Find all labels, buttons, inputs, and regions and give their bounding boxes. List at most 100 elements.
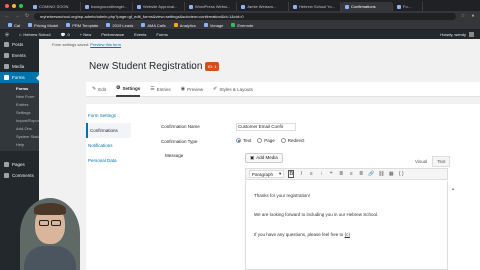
merge-tags-button[interactable]: { } xyxy=(398,171,404,177)
sidebar-item-media[interactable]: Media xyxy=(0,61,39,72)
radio-text[interactable]: Text xyxy=(236,138,251,143)
submenu-help[interactable]: Help xyxy=(0,141,39,149)
tab-label: COMING SOON xyxy=(39,4,69,9)
bookmark-item[interactable]: Pricing Model xyxy=(28,23,58,28)
browser-tab[interactable]: Hebrew School Yo... xyxy=(289,2,341,11)
submenu-new-form[interactable]: New Form xyxy=(0,93,39,101)
bold-button[interactable]: B xyxy=(288,170,295,178)
subnav-notifications[interactable]: Notifications xyxy=(86,138,131,153)
sidebar-item-comments[interactable]: Comments xyxy=(0,170,39,181)
notice-text: Form settings saved. xyxy=(52,42,90,47)
site-name-link[interactable]: ⌂ Hebrew School xyxy=(14,32,56,37)
subnav-confirmations[interactable]: Confirmations xyxy=(86,123,131,138)
align-left-button[interactable]: ≣ xyxy=(338,171,344,177)
subnav-personal-data[interactable]: Personal Data xyxy=(86,153,131,168)
bookmark-item[interactable]: PRM Template xyxy=(66,23,98,28)
close-window-button[interactable] xyxy=(5,4,9,8)
calendar-icon xyxy=(4,53,9,58)
browser-tab[interactable]: backgroundImage/... xyxy=(81,2,133,11)
bookmark-item[interactable]: AMA Calls xyxy=(141,23,166,28)
submenu-forms[interactable]: Forms xyxy=(0,85,39,93)
bullet-list-button[interactable]: ≡ xyxy=(308,171,314,177)
add-media-button[interactable]: ▣ Add Media xyxy=(245,153,283,163)
back-arrow-icon[interactable]: ← xyxy=(4,13,10,19)
favicon-icon xyxy=(397,4,401,9)
radio-button[interactable] xyxy=(280,138,286,143)
maximize-window-button[interactable] xyxy=(19,4,23,8)
blockquote-button[interactable]: ❝ xyxy=(328,171,334,177)
bookmark-label: Cal xyxy=(14,22,21,28)
editor-resize-up-icon[interactable]: ▲ xyxy=(451,186,455,191)
submenu-add-ons[interactable]: Add-Ons xyxy=(0,125,39,133)
align-right-button[interactable]: ≣ xyxy=(358,171,364,177)
sidebar-item-label: Posts xyxy=(12,42,24,47)
sidebar-item-forms[interactable]: Forms xyxy=(0,72,39,83)
message-line-2: We are looking forward to including you … xyxy=(254,212,379,217)
gear-icon: ⚙ xyxy=(115,85,121,91)
radio-redirect[interactable]: Redirect xyxy=(280,138,305,143)
performance-link[interactable]: Performance xyxy=(96,32,129,37)
radio-label: Redirect xyxy=(287,138,305,143)
align-center-button[interactable]: ≡ xyxy=(348,171,354,177)
form-switcher-chevron-icon[interactable]: ⌄ xyxy=(190,63,196,71)
italic-button[interactable]: I xyxy=(298,171,304,177)
radio-label: Text xyxy=(243,138,252,143)
preview-form-link[interactable]: Preview this form xyxy=(90,42,121,47)
radio-page[interactable]: Page xyxy=(257,138,275,143)
confirmation-name-label: Confirmation Name xyxy=(161,124,200,129)
wp-logo-icon[interactable]: Ⓦ xyxy=(0,32,14,38)
unlink-button[interactable]: ⛓ xyxy=(378,171,384,177)
chevron-down-icon: ▾ xyxy=(279,171,282,176)
comments-link[interactable]: 💬 0 xyxy=(56,32,75,37)
browser-tab-strip: COMING SOON backgroundImage/... Website … xyxy=(0,0,480,11)
url-input[interactable]: myhebrewschool.org/wp-admin/admin.php?pa… xyxy=(34,12,456,20)
bookmark-item[interactable]: Analytics xyxy=(173,22,196,28)
radio-button-selected[interactable] xyxy=(236,138,241,143)
toolbar-toggle-button[interactable]: ▦ xyxy=(388,171,394,177)
forms-link[interactable]: Forms xyxy=(151,32,172,37)
events-link[interactable]: Events xyxy=(129,32,151,37)
tab-text[interactable]: Text xyxy=(432,156,451,167)
bookmark-item[interactable]: Evernote xyxy=(231,23,253,28)
minimize-window-button[interactable] xyxy=(12,4,16,8)
new-content-link[interactable]: + New xyxy=(75,32,96,37)
pin-icon xyxy=(4,42,9,47)
forward-arrow-icon[interactable]: → xyxy=(14,13,20,19)
sidebar-item-pages[interactable]: Pages xyxy=(0,159,39,170)
toolbar-entries[interactable]: ☰ Entries xyxy=(150,82,171,97)
submenu-entries[interactable]: Entries xyxy=(0,101,39,109)
bookmark-item[interactable]: Cal xyxy=(8,23,20,28)
toolbar-styles-layouts[interactable]: ✐ Styles & Layouts xyxy=(213,82,253,97)
profile-icon[interactable]: ● xyxy=(470,13,476,19)
submenu-settings[interactable]: Settings xyxy=(0,109,39,117)
sidebar-item-events[interactable]: Events xyxy=(0,50,39,61)
tab-visual[interactable]: Visual xyxy=(410,156,432,167)
browser-tab[interactable]: Website Approval... xyxy=(133,2,185,11)
reload-icon[interactable]: ↻ xyxy=(24,13,30,19)
toolbar-edit[interactable]: ✎ Edit xyxy=(92,82,106,97)
favicon-icon xyxy=(137,4,141,9)
submenu-system-status[interactable]: System Status xyxy=(0,133,42,141)
browser-tab[interactable]: Fo... xyxy=(393,2,423,11)
radio-button[interactable] xyxy=(257,138,263,143)
sidebar-item-posts[interactable]: Posts xyxy=(0,39,39,50)
analytics-icon xyxy=(173,23,178,27)
account-menu[interactable]: Howdy, wendy xyxy=(440,32,480,37)
submenu-import-export[interactable]: Import/Export xyxy=(0,117,40,125)
link-button[interactable]: 🔗 xyxy=(368,171,374,177)
bookmark-item[interactable]: 2019 Leads xyxy=(106,23,133,28)
browser-tab[interactable]: WordPress Websi... xyxy=(185,2,237,11)
numbered-list-button[interactable]: ⁝ xyxy=(318,171,324,177)
bookmark-label: Analytics xyxy=(179,22,196,28)
browser-tab[interactable]: Jamie Weissm... xyxy=(237,2,289,11)
browser-tab-active[interactable]: Confirmations xyxy=(341,2,393,11)
toolbar-preview[interactable]: ◉ Preview xyxy=(181,82,203,97)
paragraph-format-select[interactable]: Paragraph ▾ xyxy=(249,170,285,178)
form-id-badge: ID: 1 xyxy=(205,62,220,71)
bookmark-item[interactable]: Vonage xyxy=(203,23,223,28)
toolbar-settings[interactable]: ⚙ Settings xyxy=(115,82,141,97)
subnav-form-settings[interactable]: Form Settings xyxy=(86,108,131,123)
confirmation-name-input[interactable]: Customer Email Confir xyxy=(236,123,296,131)
browser-tab[interactable]: COMING SOON xyxy=(29,2,81,11)
bookmark-star-icon[interactable]: ☆ xyxy=(460,13,466,19)
